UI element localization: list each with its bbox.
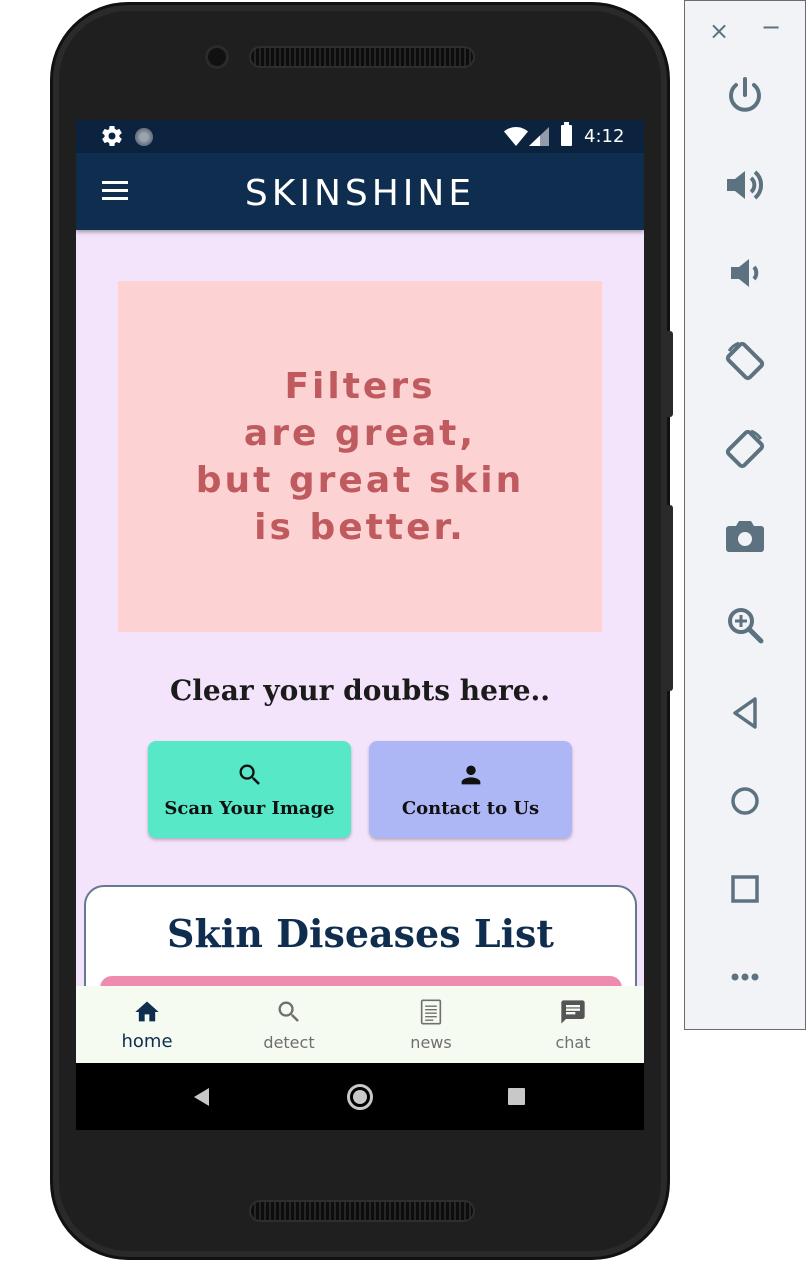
front-camera xyxy=(205,45,229,69)
bottom-navigation: home detect news chat xyxy=(76,986,644,1063)
chat-icon xyxy=(561,1000,585,1024)
search-icon xyxy=(278,1001,299,1022)
home-circle-icon[interactable] xyxy=(347,1084,373,1110)
nav-home-label: home xyxy=(121,1031,173,1052)
contact-us-button[interactable]: Contact to Us xyxy=(369,741,572,838)
news-icon xyxy=(420,999,442,1025)
status-bar: 4:12 xyxy=(76,120,644,153)
app-bar: SKINSHINE xyxy=(76,153,644,230)
nav-chat[interactable]: chat xyxy=(502,986,644,1063)
battery-icon xyxy=(561,122,572,146)
home-icon xyxy=(135,1001,159,1022)
recents-icon[interactable] xyxy=(508,1088,525,1105)
bottom-speaker xyxy=(249,1200,475,1222)
scan-image-label: Scan Your Image xyxy=(164,798,335,819)
nav-detect[interactable]: detect xyxy=(218,986,360,1063)
contact-us-label: Contact to Us xyxy=(401,798,540,819)
doubts-heading: Clear your doubts here.. xyxy=(169,674,551,707)
nav-chat-label: chat xyxy=(555,1033,591,1052)
rotate-right-icon[interactable] xyxy=(721,425,769,473)
home-circle-icon[interactable] xyxy=(721,777,769,825)
search-icon xyxy=(239,764,260,785)
zoom-icon[interactable] xyxy=(721,601,769,649)
close-icon[interactable]: × xyxy=(709,17,729,45)
app-screen: 4:12 SKINSHINE Filters are great, but gr… xyxy=(76,120,644,1130)
gear-icon xyxy=(102,126,122,147)
overview-square-icon[interactable] xyxy=(721,865,769,913)
sync-icon xyxy=(135,128,153,146)
volume-down-icon[interactable] xyxy=(721,249,769,297)
nav-news[interactable]: news xyxy=(360,986,502,1063)
nav-detect-label: detect xyxy=(263,1033,315,1052)
person-icon xyxy=(461,765,481,785)
emulator-toolbar: × − xyxy=(684,0,806,1030)
system-navigation-bar xyxy=(76,1063,644,1130)
camera-icon[interactable] xyxy=(721,513,769,561)
volume-up-icon[interactable] xyxy=(721,161,769,209)
app-title: SKINSHINE xyxy=(244,173,476,214)
quote-banner: Filters are great, but great skin is bet… xyxy=(118,281,602,632)
power-icon[interactable] xyxy=(721,73,769,121)
rotate-left-icon[interactable] xyxy=(721,337,769,385)
more-icon[interactable] xyxy=(721,953,769,1001)
signal-icon xyxy=(529,127,549,146)
back-triangle-icon[interactable] xyxy=(721,689,769,737)
minimize-icon[interactable]: − xyxy=(761,13,781,41)
nav-home[interactable]: home xyxy=(76,986,218,1063)
wifi-icon xyxy=(504,127,528,146)
top-speaker xyxy=(249,46,475,68)
back-icon[interactable] xyxy=(194,1088,209,1106)
volume-rocker xyxy=(667,331,673,417)
status-time: 4:12 xyxy=(584,126,625,147)
power-side-button xyxy=(667,505,673,691)
banner-quote-text: Filters are great, but great skin is bet… xyxy=(195,365,525,548)
skin-diseases-heading: Skin Diseases List xyxy=(167,911,554,956)
nav-news-label: news xyxy=(410,1033,452,1052)
scan-image-button[interactable]: Scan Your Image xyxy=(148,741,351,838)
